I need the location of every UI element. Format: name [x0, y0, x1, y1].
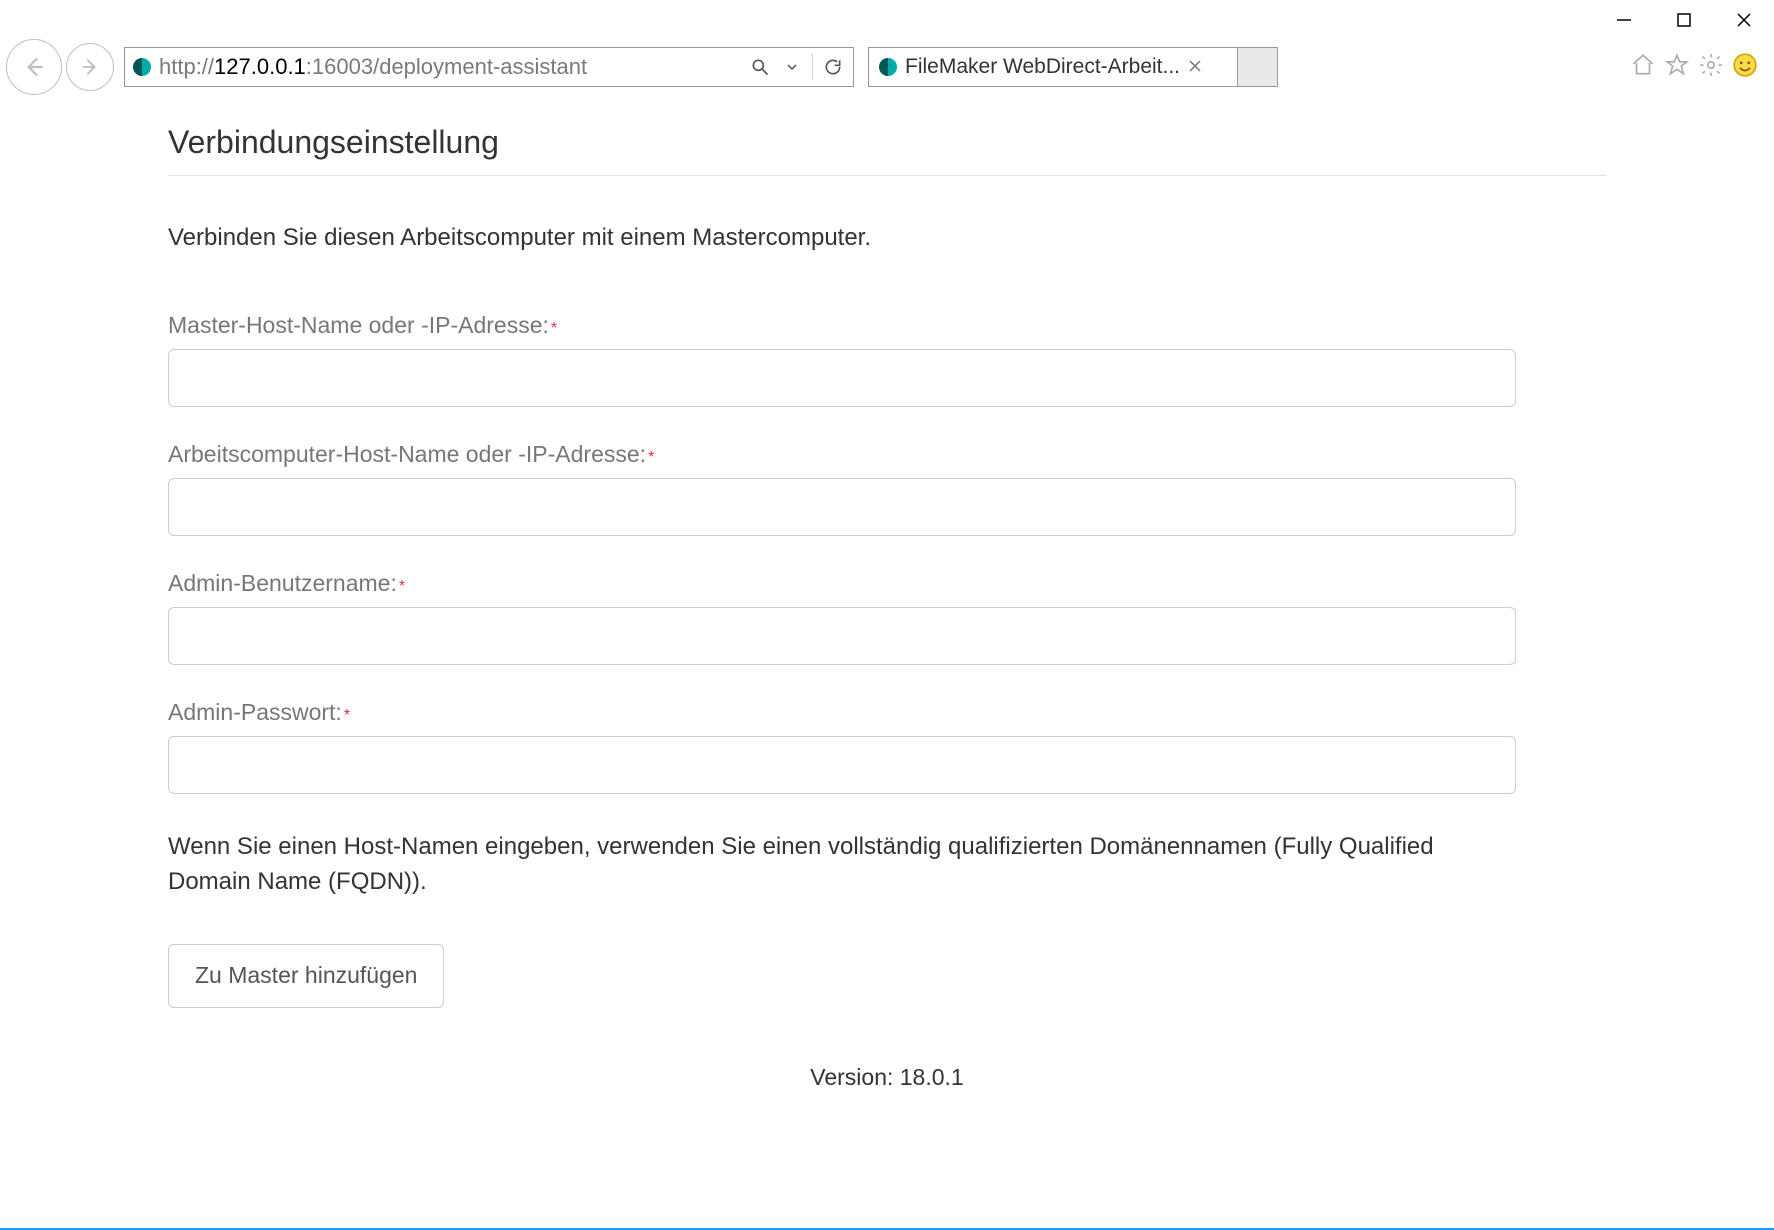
tab-favicon-icon	[879, 58, 897, 76]
window-maximize-button[interactable]	[1654, 0, 1714, 40]
input-master-host[interactable]	[168, 349, 1516, 407]
window-titlebar	[0, 0, 1774, 40]
required-mark: *	[344, 707, 350, 724]
page-content: Verbindungseinstellung Verbinden Sie die…	[0, 94, 1774, 1091]
add-to-master-button[interactable]: Zu Master hinzufügen	[168, 944, 444, 1008]
required-mark: *	[648, 449, 654, 466]
search-icon[interactable]	[748, 55, 772, 79]
browser-toolbar: http://127.0.0.1:16003/deployment-assist…	[0, 40, 1774, 94]
page-title: Verbindungseinstellung	[168, 124, 1606, 176]
browser-tab[interactable]: FileMaker WebDirect-Arbeit...	[868, 47, 1238, 87]
label-admin-user: Admin-Benutzername:	[168, 570, 397, 596]
field-admin-pass: Admin-Passwort:*	[168, 699, 1606, 794]
field-admin-user: Admin-Benutzername:*	[168, 570, 1606, 665]
home-icon[interactable]	[1630, 52, 1656, 83]
page-intro: Verbinden Sie diesen Arbeitscomputer mit…	[168, 224, 1606, 252]
site-favicon-icon	[133, 58, 151, 76]
field-master-host: Master-Host-Name oder -IP-Adresse:*	[168, 312, 1606, 407]
window-close-button[interactable]	[1714, 0, 1774, 40]
input-worker-host[interactable]	[168, 478, 1516, 536]
label-admin-pass: Admin-Passwort:	[168, 699, 342, 725]
version-label: Version: 18.0.1	[168, 1064, 1606, 1091]
fqdn-hint: Wenn Sie einen Host-Namen eingeben, verw…	[168, 830, 1516, 900]
label-master-host: Master-Host-Name oder -IP-Adresse:	[168, 312, 549, 338]
search-dropdown-icon[interactable]	[780, 55, 804, 79]
feedback-smiley-icon[interactable]	[1732, 52, 1758, 83]
tab-title: FileMaker WebDirect-Arbeit...	[905, 55, 1180, 79]
input-admin-user[interactable]	[168, 607, 1516, 665]
forward-button[interactable]	[66, 43, 114, 91]
new-tab-button[interactable]	[1238, 47, 1278, 87]
favorites-icon[interactable]	[1664, 52, 1690, 83]
url-text: http://127.0.0.1:16003/deployment-assist…	[159, 54, 740, 80]
connection-form: Master-Host-Name oder -IP-Adresse:* Arbe…	[168, 312, 1606, 1091]
required-mark: *	[399, 578, 405, 595]
field-worker-host: Arbeitscomputer-Host-Name oder -IP-Adres…	[168, 441, 1606, 536]
window-minimize-button[interactable]	[1594, 0, 1654, 40]
address-bar[interactable]: http://127.0.0.1:16003/deployment-assist…	[124, 47, 854, 87]
back-button[interactable]	[6, 39, 62, 95]
tab-close-icon[interactable]	[1188, 55, 1202, 79]
tab-strip: FileMaker WebDirect-Arbeit...	[868, 47, 1278, 87]
required-mark: *	[551, 320, 557, 337]
label-worker-host: Arbeitscomputer-Host-Name oder -IP-Adres…	[168, 441, 646, 467]
input-admin-pass[interactable]	[168, 736, 1516, 794]
settings-icon[interactable]	[1698, 52, 1724, 83]
refresh-button[interactable]	[821, 55, 845, 79]
